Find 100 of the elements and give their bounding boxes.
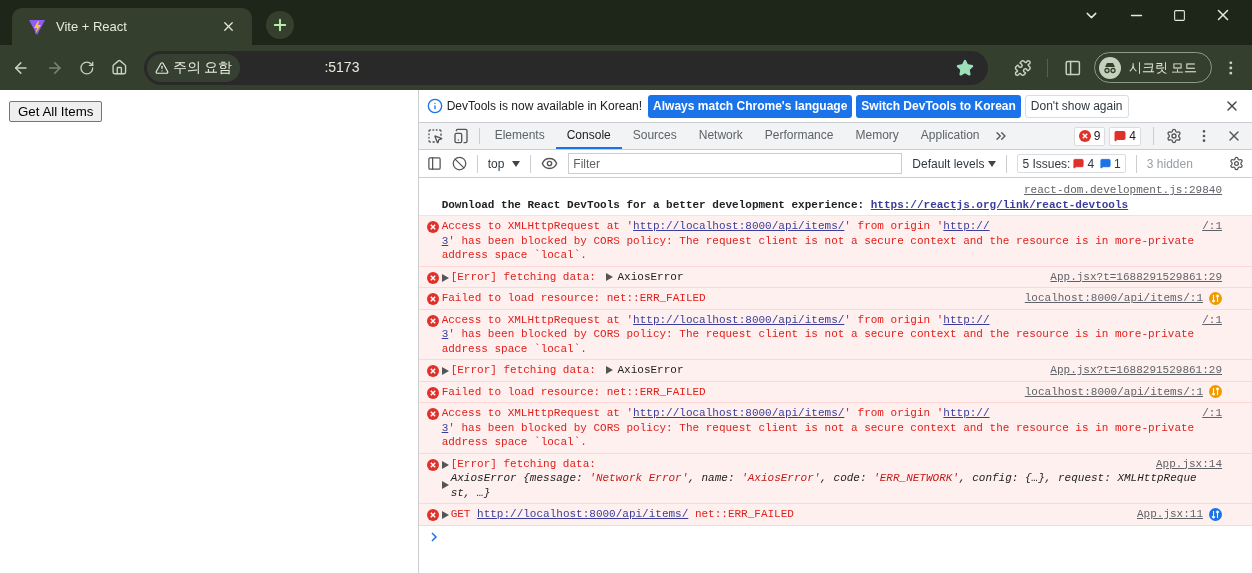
message-text: [Error] fetching data: [450, 269, 597, 284]
link[interactable]: http://localhost:8000/api/items/ [477, 508, 689, 520]
link[interactable]: http:// [943, 313, 990, 326]
new-tab-button[interactable] [266, 11, 294, 39]
settings-icon[interactable] [1166, 128, 1182, 144]
expand-triangle-icon[interactable] [606, 272, 614, 281]
expand-triangle-icon[interactable] [441, 460, 449, 469]
clear-console-icon[interactable] [451, 156, 467, 171]
caret-icon [512, 160, 521, 167]
source-link[interactable]: localhost:8000/api/items/:1 [1024, 384, 1203, 399]
console-prompt-icon[interactable] [430, 531, 438, 542]
source-link[interactable]: localhost:8000/api/items/:1 [1024, 291, 1203, 306]
maximize-icon[interactable] [1173, 8, 1186, 22]
issue-icon [1073, 158, 1085, 169]
console-settings-icon[interactable] [1229, 156, 1244, 171]
message-text: Access to XMLHttpRequest at 'http://localhost:8000/api/items/' from origin 'http:// 3' has been blocked by CORS policy: The request client is not a secure context and the resource is in more-private address space `local`. [441, 406, 1195, 450]
error-icon [426, 271, 439, 284]
error-icon [426, 408, 439, 420]
network-icon[interactable] [1209, 507, 1222, 521]
source-link[interactable]: react-dom.development.js:29840 [1023, 183, 1222, 198]
device-toolbar-icon[interactable] [452, 128, 469, 144]
devtools-tab[interactable]: Application [909, 123, 991, 149]
address-bar[interactable]: 주의 요함 :5173 [143, 50, 988, 85]
expand-triangle-icon[interactable] [441, 367, 449, 375]
object-preview[interactable]: AxiosError [617, 363, 684, 378]
expand-triangle-icon[interactable] [441, 481, 449, 489]
source-link[interactable]: /:1 [1202, 312, 1222, 327]
object-preview-text: AxiosError {message: 'Network Error', name: 'AxiosError', code: 'ERR_NETWORK', config: {…}, request: XMLHttpReque st, …} [450, 471, 1197, 500]
warning-icon [154, 60, 169, 75]
expand-triangle-icon[interactable] [441, 273, 449, 282]
hidden-count: 3 hidden [1146, 155, 1193, 173]
link[interactable]: https://reactjs.org/link/react-devtools [870, 198, 1129, 211]
get-all-items-button[interactable]: Get All Items [9, 101, 103, 123]
message-text: Failed to load resource: net::ERR_FAILED [441, 291, 706, 306]
object-preview[interactable]: AxiosError [617, 269, 684, 284]
message-text: [Error] fetching data: [450, 456, 596, 471]
error-icon [426, 221, 439, 233]
caret-icon [988, 160, 997, 167]
link[interactable]: http:// [943, 220, 990, 232]
devtools-tab[interactable]: Elements [483, 123, 556, 149]
error-icon [1078, 130, 1091, 142]
infobar-button[interactable]: Always match Chrome's language [648, 94, 853, 118]
issues-button[interactable]: 5 Issues: 4 1 [1017, 154, 1126, 173]
devtools-tab[interactable]: Memory [844, 123, 910, 149]
info-icon [426, 98, 443, 114]
message-text: GET http://localhost:8000/api/items/ net::ERR_FAILED [450, 507, 794, 522]
link[interactable]: 3 [441, 234, 449, 247]
context-dropdown[interactable]: top [487, 154, 521, 173]
devtools-tab[interactable]: Network [687, 123, 754, 149]
extensions-icon[interactable] [1013, 58, 1032, 77]
devtools-tab[interactable]: Console [555, 123, 622, 149]
close-tab-icon[interactable] [221, 19, 236, 34]
message-text: [Error] fetching data: [450, 363, 597, 378]
incognito-icon [1098, 56, 1121, 79]
live-expression-icon[interactable] [541, 155, 559, 172]
reload-icon[interactable] [79, 59, 95, 76]
sidebar-toggle-icon[interactable] [426, 156, 442, 171]
bookmark-star-icon[interactable] [955, 58, 974, 77]
link[interactable]: 3 [441, 328, 449, 340]
link[interactable]: http://localhost:8000/api/items/ [633, 220, 845, 232]
filter-input[interactable]: Filter [568, 153, 903, 174]
error-count-badge[interactable]: 9 [1073, 126, 1106, 146]
source-link[interactable]: App.jsx?t=1688291529861:29 [1050, 363, 1222, 378]
link[interactable]: http://localhost:8000/api/items/ [633, 407, 845, 419]
source-link[interactable]: /:1 [1202, 406, 1222, 421]
message-text: Access to XMLHttpRequest at 'http://localhost:8000/api/items/' from origin 'http:// 3' has been blocked by CORS policy: The request client is not a secure context and the resource is in more-private address space `local`. [441, 312, 1195, 356]
message-text: Failed to load resource: net::ERR_FAILED [441, 384, 706, 399]
vite-logo-icon [28, 17, 46, 36]
link[interactable]: http://localhost:8000/api/items/ [633, 313, 845, 326]
devtools-tab[interactable]: Sources [621, 123, 688, 149]
error-icon [426, 386, 439, 399]
side-panel-icon[interactable] [1064, 58, 1082, 77]
expand-triangle-icon[interactable] [441, 511, 449, 519]
source-link[interactable]: App.jsx:14 [1156, 456, 1222, 471]
devtools-tab[interactable]: Performance [753, 123, 845, 149]
home-icon[interactable] [110, 59, 128, 76]
plus-icon [271, 16, 289, 34]
error-icon [426, 293, 439, 305]
issue-count-badge[interactable]: 4 [1109, 126, 1141, 146]
inspect-element-icon[interactable] [426, 128, 443, 144]
browser-tab[interactable]: Vite + React [12, 8, 252, 45]
expand-triangle-icon[interactable] [606, 366, 614, 375]
log-levels-dropdown[interactable]: Default levels [912, 154, 997, 173]
error-icon [426, 365, 439, 377]
security-chip[interactable]: 주의 요함 [146, 53, 241, 82]
source-link[interactable]: /:1 [1202, 219, 1222, 234]
error-icon [426, 314, 439, 327]
infobar-button[interactable]: Don't show again [1024, 94, 1129, 118]
message-icon [1100, 158, 1112, 169]
infobar-button[interactable]: Switch DevTools to Korean [856, 94, 1021, 118]
issue-icon [1114, 130, 1127, 142]
source-link[interactable]: App.jsx?t=1688291529861:29 [1050, 269, 1222, 284]
tab-title: Vite + React [56, 17, 128, 36]
link[interactable]: 3 [441, 421, 449, 434]
message-text: Download the React DevTools for a better development experience: https://reactjs.org/link/react-devtools [441, 197, 1130, 212]
error-icon [426, 458, 439, 471]
link[interactable]: http:// [943, 407, 990, 419]
error-icon [426, 509, 439, 521]
infobar-message: DevTools is now available in Korean! [446, 98, 643, 115]
source-link[interactable]: App.jsx:11 [1137, 507, 1203, 522]
